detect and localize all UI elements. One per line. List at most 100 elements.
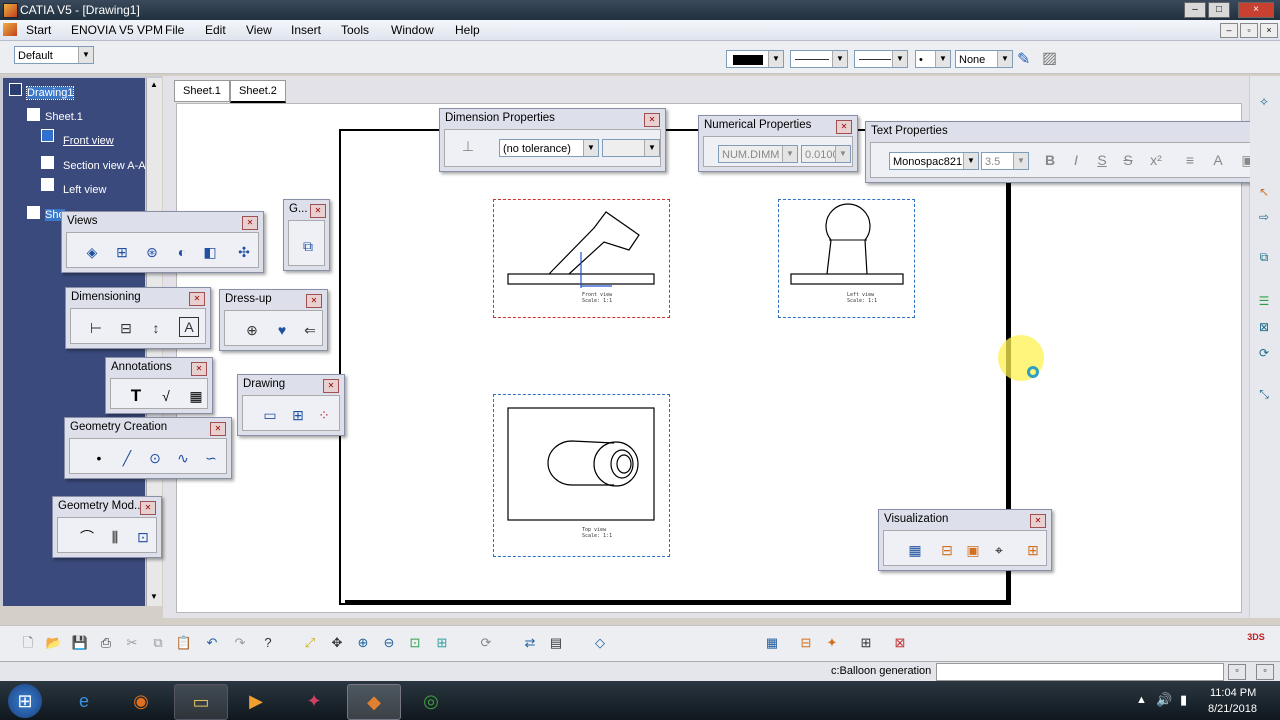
refresh-icon[interactable]: ⟳ — [476, 634, 496, 652]
tree-section-view[interactable]: Section view A-A — [63, 160, 146, 172]
close-button[interactable]: × — [1238, 2, 1274, 18]
close-icon[interactable]: ✕ — [242, 216, 258, 230]
explorer-icon[interactable]: ▭ — [174, 684, 228, 720]
doc-restore-button[interactable]: ▫ — [1240, 23, 1258, 38]
datum-icon[interactable]: A — [179, 317, 199, 337]
mirror-tool-icon[interactable]: ⫼ — [104, 526, 126, 548]
area-fill-icon[interactable]: ♥ — [271, 319, 293, 341]
italic-icon[interactable]: I — [1065, 149, 1087, 171]
underline-icon[interactable]: S — [1091, 149, 1113, 171]
create-detect-icon[interactable]: ✦ — [822, 634, 842, 652]
new-sheet-icon[interactable]: ▭ — [259, 404, 281, 426]
menu-enovia[interactable]: ENOVIA V5 VPM — [71, 23, 163, 37]
bold-icon[interactable]: B — [1039, 149, 1061, 171]
menu-help[interactable]: Help — [455, 23, 480, 37]
instantiate-icon[interactable]: ⁘ — [313, 404, 335, 426]
top-view-frame[interactable]: Top view Scale: 1:1 — [493, 394, 670, 557]
transform-icon[interactable]: ⤡ — [1254, 385, 1274, 403]
anchor-icon[interactable]: A — [1207, 149, 1229, 171]
tree-root-drawing[interactable]: Drawing1 — [25, 86, 75, 100]
position-icon[interactable]: ⊠ — [1254, 318, 1274, 336]
spline-tool-icon[interactable]: ∽ — [200, 447, 222, 469]
update-icon[interactable]: ⟳ — [1254, 344, 1274, 362]
zoom-out-icon[interactable]: ⊖ — [379, 634, 399, 652]
close-icon[interactable]: ✕ — [644, 113, 660, 127]
redo-icon[interactable]: ↷ — [230, 634, 250, 652]
firefox-icon[interactable]: ◉ — [115, 684, 167, 718]
cut-icon[interactable]: ✂ — [122, 634, 142, 652]
wizard-view-tool-icon[interactable]: ✣ — [233, 241, 255, 263]
grid-snap-icon[interactable]: ▦ — [762, 634, 782, 652]
circle-tool-icon[interactable]: ⊙ — [144, 447, 166, 469]
scroll-down-icon[interactable]: ▼ — [150, 592, 158, 601]
section-view-tool-icon[interactable]: ⊞ — [111, 241, 133, 263]
pan-icon[interactable]: ✥ — [327, 634, 347, 652]
strikethrough-icon[interactable]: S — [1117, 149, 1139, 171]
maximize-button[interactable]: □ — [1208, 2, 1230, 18]
close-icon[interactable]: ✕ — [323, 379, 339, 393]
tree-front-view[interactable]: Front view — [63, 135, 114, 147]
corner-tool-icon[interactable]: ⌒ — [76, 526, 98, 548]
compass-icon[interactable]: ✧ — [1254, 93, 1274, 111]
status-button-1[interactable]: ▫ — [1228, 664, 1246, 680]
tolerance-combo[interactable]: (no tolerance) ▼ — [499, 139, 599, 157]
precision-combo[interactable]: 0.0100 ▼ — [801, 145, 851, 163]
swap-icon[interactable]: ⇄ — [520, 634, 540, 652]
open-file-icon[interactable]: 📂 — [44, 634, 64, 652]
grid-icon[interactable]: ▦ — [904, 539, 926, 561]
doc-icon[interactable] — [3, 23, 17, 36]
profile-tool-icon[interactable]: ∿ — [172, 447, 194, 469]
copy-format-icon[interactable]: ✎ — [1017, 49, 1030, 69]
menu-insert[interactable]: Insert — [291, 23, 321, 37]
point-type-combo[interactable]: • ▼ — [915, 50, 951, 68]
ie-icon[interactable]: e — [58, 684, 110, 718]
close-icon[interactable]: ✕ — [210, 422, 226, 436]
menu-file[interactable]: File — [165, 23, 184, 37]
command-input[interactable] — [936, 663, 1224, 681]
menu-tools[interactable]: Tools — [341, 23, 369, 37]
sketch-icon[interactable]: ⊟ — [936, 539, 958, 561]
line-tool-icon[interactable]: ╱ — [116, 447, 138, 469]
front-view-tool-icon[interactable]: ◈ — [81, 241, 103, 263]
align-icon[interactable]: ≡ — [1179, 149, 1201, 171]
point-tool-icon[interactable]: • — [88, 447, 110, 469]
clock-date[interactable]: 8/21/2018 — [1208, 703, 1257, 715]
close-icon[interactable]: ✕ — [836, 120, 852, 134]
zoom-area-icon[interactable]: ⊡ — [405, 634, 425, 652]
layer-icon[interactable]: ☰ — [1254, 292, 1274, 310]
minimize-button[interactable]: – — [1184, 2, 1206, 18]
constraint-tool-icon[interactable]: ⊡ — [132, 526, 154, 548]
tab-sheet2[interactable]: Sheet.2 — [230, 80, 286, 103]
close-icon[interactable]: ✕ — [189, 292, 205, 306]
close-icon[interactable]: ✕ — [140, 501, 156, 515]
detail-view-tool-icon[interactable]: ⊛ — [141, 241, 163, 263]
menu-start[interactable]: Start — [26, 23, 51, 37]
sheet-tool-icon[interactable]: ⧉ — [1254, 248, 1274, 266]
tolerance-icon[interactable]: ⊥ — [457, 135, 479, 157]
whats-this-icon[interactable]: ? — [258, 634, 278, 652]
catalog-icon[interactable]: ▤ — [546, 634, 566, 652]
doc-close-button[interactable]: × — [1260, 23, 1278, 38]
tolerance-value-combo[interactable]: ▼ — [602, 139, 660, 157]
center-line-icon[interactable]: ⊕ — [241, 319, 263, 341]
close-icon[interactable]: ✕ — [191, 362, 207, 376]
copy-icon[interactable]: ⧉ — [148, 634, 168, 652]
cosmetic-icon[interactable]: ▣ — [962, 539, 984, 561]
fit-all-icon[interactable]: ⤢ — [300, 634, 320, 652]
media-player-icon[interactable]: ▶ — [230, 684, 282, 718]
undo-icon[interactable]: ↶ — [202, 634, 222, 652]
knowledge-icon[interactable]: ◇ — [590, 634, 610, 652]
dimension-tool-icon[interactable]: ⊢ — [85, 317, 107, 339]
app-icon[interactable]: ✦ — [288, 684, 340, 718]
generate-dimensions-icon[interactable]: ⧉ — [297, 235, 319, 257]
zoom-in-icon[interactable]: ⊕ — [353, 634, 373, 652]
color-combo[interactable]: ▼ — [726, 50, 784, 68]
dimension-edit-icon[interactable]: ↕ — [145, 317, 167, 339]
superscript-icon[interactable]: x² — [1145, 149, 1167, 171]
text-tool-icon[interactable]: T — [125, 385, 147, 407]
arrow-icon[interactable]: ⇐ — [299, 319, 321, 341]
font-size-combo[interactable]: 3.5 ▼ — [981, 152, 1029, 170]
view-select-icon[interactable]: ⇨ — [1254, 208, 1274, 226]
tech-feature-dim-icon[interactable]: ⊟ — [115, 317, 137, 339]
select-icon[interactable]: ↖ — [1254, 183, 1274, 201]
